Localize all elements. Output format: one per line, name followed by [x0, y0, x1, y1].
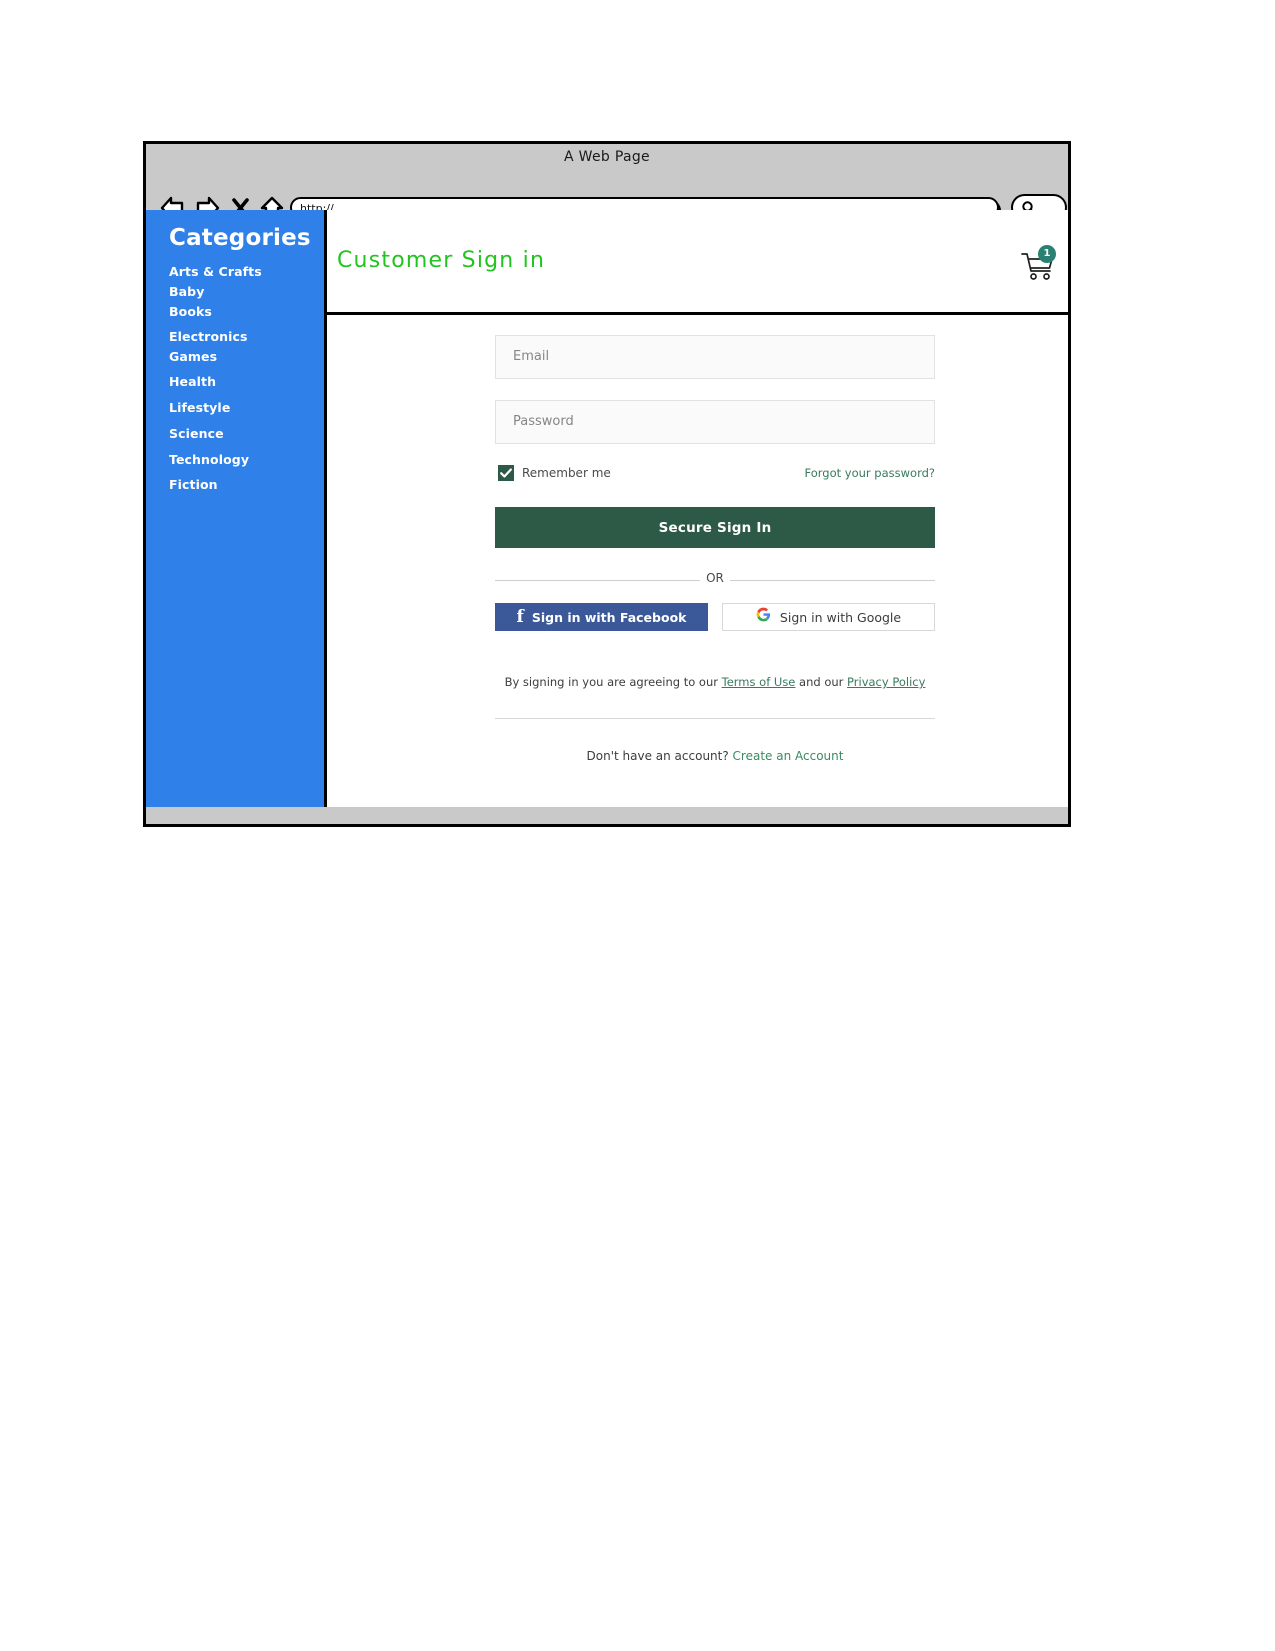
terms-agreement: By signing in you are agreeing to our Te… — [495, 675, 935, 689]
secure-signin-button[interactable]: Secure Sign In — [495, 507, 935, 548]
password-field-placeholder: Password — [513, 414, 574, 429]
secure-signin-button-label: Secure Sign In — [658, 519, 772, 536]
remember-me-checkbox[interactable] — [498, 465, 514, 481]
cart-button[interactable]: 1 — [1019, 245, 1059, 284]
facebook-signin-label: Sign in with Facebook — [531, 609, 687, 625]
page-title: Customer Sign in — [337, 248, 546, 273]
sidebar-item-games[interactable]: Games — [169, 350, 319, 364]
page-root: A Web Page http:// Categories Arts & Cra… — [0, 0, 1275, 1651]
signin-form: Email Password Remember me Forgot your p… — [495, 335, 935, 763]
create-account-row: Don't have an account? Create an Account — [495, 749, 935, 763]
terms-middle: and our — [795, 675, 848, 689]
create-account-prompt: Don't have an account? — [586, 749, 733, 763]
browser-toolbar: http:// — [146, 168, 1068, 221]
email-field-placeholder: Email — [513, 349, 550, 364]
sidebar-item-health[interactable]: Health — [169, 375, 319, 389]
sidebar-category-list: Arts & Crafts Baby Books Electronics Gam… — [169, 265, 319, 498]
site-header: Customer Sign in 1 — [327, 210, 1068, 315]
google-signin-button[interactable]: Sign in with Google — [722, 603, 935, 631]
page-viewport: Categories Arts & Crafts Baby Books Elec… — [146, 210, 1068, 807]
or-divider: OR — [495, 571, 935, 589]
shopping-cart-icon — [1019, 253, 1059, 288]
google-icon — [756, 607, 771, 627]
forgot-password-link[interactable]: Forgot your password? — [805, 466, 935, 480]
facebook-signin-button[interactable]: f Sign in with Facebook — [495, 603, 708, 631]
main-content: Customer Sign in 1 Email Password Rememb… — [327, 210, 1068, 807]
facebook-icon: f — [516, 606, 524, 627]
sidebar-item-lifestyle[interactable]: Lifestyle — [169, 401, 319, 415]
remember-me-label[interactable]: Remember me — [522, 466, 611, 480]
sidebar-title: Categories — [169, 225, 311, 251]
or-divider-label: OR — [706, 571, 724, 585]
password-field[interactable]: Password — [495, 400, 935, 444]
google-signin-label: Sign in with Google — [779, 609, 902, 625]
privacy-policy-link[interactable]: Privacy Policy — [847, 675, 925, 689]
create-account-link[interactable]: Create an Account — [733, 749, 844, 763]
browser-title: A Web Page — [564, 149, 650, 165]
cart-count-badge: 1 — [1038, 245, 1056, 263]
sidebar-item-science[interactable]: Science — [169, 427, 319, 441]
terms-of-use-link[interactable]: Terms of Use — [722, 675, 796, 689]
form-options-row: Remember me Forgot your password? — [495, 465, 935, 487]
terms-prefix: By signing in you are agreeing to our — [504, 675, 722, 689]
sidebar-item-technology[interactable]: Technology — [169, 453, 319, 467]
sidebar-item-arts-crafts[interactable]: Arts & Crafts — [169, 265, 319, 279]
form-bottom-divider — [495, 718, 935, 719]
sidebar-item-fiction[interactable]: Fiction — [169, 478, 319, 492]
email-field[interactable]: Email — [495, 335, 935, 379]
sidebar-item-electronics[interactable]: Electronics — [169, 330, 319, 344]
browser-window: A Web Page http:// Categories Arts & Cra… — [143, 141, 1071, 827]
social-signin-row: f Sign in with Facebook Sign in with Goo… — [495, 603, 935, 631]
sidebar: Categories Arts & Crafts Baby Books Elec… — [146, 210, 327, 807]
sidebar-item-books[interactable]: Books — [169, 305, 319, 319]
sidebar-item-baby[interactable]: Baby — [169, 285, 319, 299]
